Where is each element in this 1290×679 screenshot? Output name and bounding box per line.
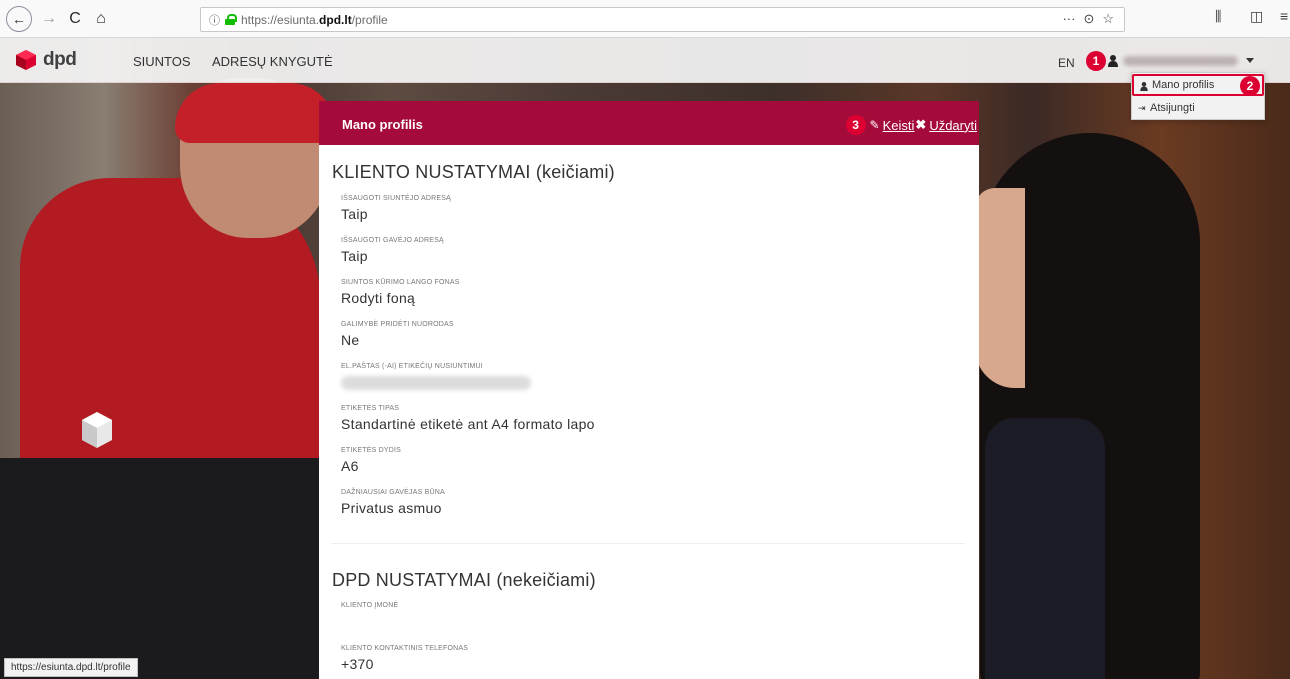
- woman-shirt: [985, 418, 1105, 679]
- field-save-sender-address: IŠSAUGOTI SIUNTĖJO ADRESĄ Taip: [341, 195, 451, 222]
- woman-face: [975, 188, 1025, 388]
- menu-item-label: Atsijungti: [1150, 102, 1195, 114]
- field-label: KLIENTO KONTAKTINIS TELEFONAS: [341, 645, 469, 652]
- field-label: DAŽNIAUSIAI GAVĖJAS BŪNA: [341, 489, 445, 496]
- courier-cap: [175, 83, 335, 143]
- dpd-cube-icon: [82, 412, 112, 448]
- field-value: Standartinė etiketė ant A4 formato lapo: [341, 416, 595, 432]
- pocket-icon[interactable]: ⊙: [1083, 11, 1094, 27]
- info-icon[interactable]: ⓘ: [209, 12, 220, 28]
- forward-icon[interactable]: →: [36, 6, 62, 32]
- lock-icon[interactable]: [225, 14, 237, 25]
- nav-siuntos[interactable]: SIUNTOS: [133, 54, 191, 69]
- field-background: SIUNTOS KŪRIMO LANGO FONAS Rodyti foną: [341, 279, 460, 306]
- field-label: EL.PAŠTAS (-AI) ETIKEČIŲ NUSIUNTIMUI: [341, 363, 483, 370]
- browser-toolbar: ← → C ⌂ ⓘ https://esiunta. dpd.lt/profile…: [0, 0, 1290, 38]
- chevron-down-icon[interactable]: [1246, 58, 1254, 63]
- menu-item-atsijungti[interactable]: ⇥ Atsijungti: [1132, 97, 1264, 119]
- url-suffix: /profile: [351, 12, 388, 27]
- field-save-receiver-address: IŠSAUGOTI GAVĖJO ADRESĄ Taip: [341, 237, 444, 264]
- section-title-dpd-settings: DPD NUSTATYMAI (nekeičiami): [332, 570, 596, 590]
- dpd-logo[interactable]: dpd: [15, 49, 77, 71]
- field-value: Taip: [341, 206, 368, 222]
- url-prefix: https://esiunta.: [241, 12, 320, 27]
- field-value: Rodyti foną: [341, 290, 416, 306]
- field-client-phone: KLIENTO KONTAKTINIS TELEFONAS +370: [341, 645, 468, 672]
- field-value: A6: [341, 458, 359, 474]
- edit-link[interactable]: Keisti: [883, 118, 915, 133]
- field-label-size: ETIKETĖS DYDIS A6: [341, 447, 401, 474]
- field-client-company: KLIENTO ĮMONĖ: [341, 602, 398, 613]
- step-badge-2: 2: [1240, 76, 1260, 96]
- field-label: IŠSAUGOTI GAVĖJO ADRESĄ: [341, 237, 444, 244]
- step-badge-1: 1: [1086, 51, 1106, 71]
- field-label: GALIMYBĖ PRIDĖTI NUORODAS: [341, 321, 454, 328]
- user-name-redacted[interactable]: [1123, 56, 1238, 66]
- section-divider: [331, 543, 965, 544]
- field-value: Taip: [341, 248, 368, 264]
- page-actions-icon[interactable]: ···: [1062, 11, 1075, 27]
- url-domain: dpd.lt: [319, 12, 352, 27]
- edit-icon[interactable]: ✎: [870, 118, 880, 132]
- library-icon[interactable]: ⫼: [1215, 8, 1221, 25]
- profile-modal-header: Mano profilis 3 ✎ Keisti ✖ Uždaryti: [319, 101, 979, 145]
- step-badge-3: 3: [845, 115, 866, 135]
- field-add-links: GALIMYBĖ PRIDĖTI NUORODAS Ne: [341, 321, 454, 348]
- sidebar-icon[interactable]: ◫: [1250, 8, 1263, 25]
- address-bar[interactable]: ⓘ https://esiunta. dpd.lt/profile ··· ⊙ ☆: [200, 7, 1125, 32]
- field-label: SIUNTOS KŪRIMO LANGO FONAS: [341, 279, 460, 286]
- field-value: Ne: [341, 332, 360, 348]
- field-label: ETIKETĖS DYDIS: [341, 447, 401, 454]
- language-switch[interactable]: EN: [1058, 56, 1075, 70]
- user-icon: [1140, 82, 1148, 91]
- nav-adresu-knygute[interactable]: ADRESŲ KNYGUTĖ: [212, 54, 333, 69]
- home-icon[interactable]: ⌂: [88, 6, 114, 32]
- modal-title: Mano profilis: [342, 117, 423, 132]
- profile-modal-body: KLIENTO NUSTATYMAI (keičiami) IŠSAUGOTI …: [319, 145, 979, 679]
- field-value: +370: [341, 656, 374, 672]
- status-bar-url: https://esiunta.dpd.lt/profile: [4, 658, 138, 677]
- logo-text: dpd: [43, 49, 77, 70]
- bookmark-star-icon[interactable]: ☆: [1102, 11, 1114, 27]
- reload-icon[interactable]: C: [62, 6, 88, 32]
- back-icon[interactable]: ←: [6, 6, 32, 32]
- field-label: ETIKETĖS TIPAS: [341, 405, 400, 412]
- field-label: IŠSAUGOTI SIUNTĖJO ADRESĄ: [341, 195, 452, 202]
- user-icon[interactable]: [1108, 55, 1118, 67]
- section-title-client-settings: KLIENTO NUSTATYMAI (keičiami): [332, 162, 615, 182]
- close-link[interactable]: Uždaryti: [929, 118, 977, 133]
- field-label-emails: EL.PAŠTAS (-AI) ETIKEČIŲ NUSIUNTIMUI: [341, 363, 531, 390]
- dpd-logo-icon: [16, 50, 36, 70]
- email-redacted: [341, 376, 531, 390]
- field-value: Privatus asmuo: [341, 500, 442, 516]
- field-receiver-type: DAŽNIAUSIAI GAVĖJAS BŪNA Privatus asmuo: [341, 489, 445, 516]
- sign-out-icon: ⇥: [1138, 102, 1146, 113]
- menu-icon[interactable]: ≡: [1280, 8, 1288, 24]
- courier-jacket-lower: [0, 458, 320, 679]
- menu-item-label: Mano profilis: [1152, 79, 1215, 91]
- field-label-type: ETIKETĖS TIPAS Standartinė etiketė ant A…: [341, 405, 595, 432]
- field-label: KLIENTO ĮMONĖ: [341, 602, 399, 609]
- close-icon[interactable]: ✖: [915, 117, 926, 133]
